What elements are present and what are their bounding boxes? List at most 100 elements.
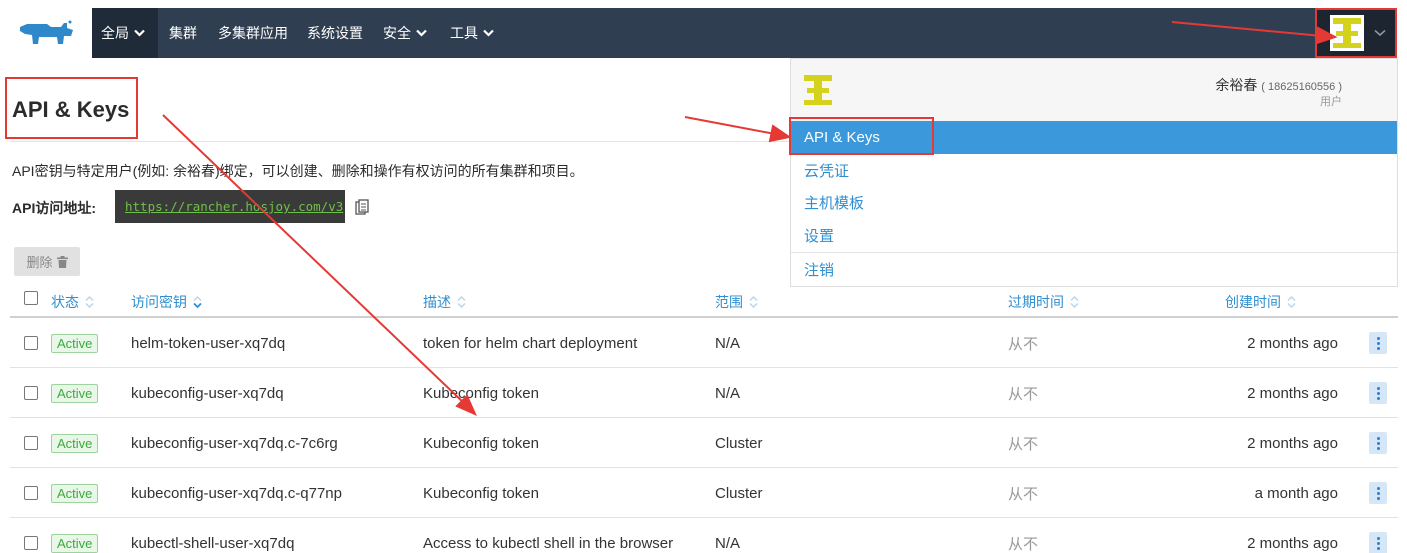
column-access-key-label: 访问密钥 — [131, 294, 187, 310]
row-checkbox[interactable] — [24, 318, 38, 368]
key-scope: Cluster — [715, 434, 763, 452]
chevron-down-icon — [134, 29, 145, 37]
column-status[interactable]: 状态 — [51, 292, 94, 312]
top-navbar: 全局 集群 多集群应用 系统设置 安全 工具 — [0, 8, 1397, 58]
copy-icon[interactable] — [355, 199, 369, 215]
status-badge: Active — [51, 333, 99, 353]
chevron-down-icon — [1374, 29, 1386, 37]
nav-tools[interactable]: 工具 — [450, 8, 494, 58]
user-role: 用户 — [1320, 96, 1342, 108]
menu-item-preferences[interactable]: 设置 — [791, 219, 1397, 252]
key-description: Kubeconfig token — [423, 484, 539, 502]
access-key: kubeconfig-user-xq7dq.c-7c6rg — [131, 434, 338, 452]
key-expires: 从不 — [1008, 385, 1039, 403]
menu-item-logout[interactable]: 注销 — [791, 253, 1397, 286]
row-checkbox[interactable] — [24, 518, 38, 553]
key-description: token for helm chart deployment — [423, 334, 638, 352]
key-description: Kubeconfig token — [423, 434, 539, 452]
nav-system-settings[interactable]: 系统设置 — [307, 8, 363, 58]
user-menu-button[interactable] — [1315, 8, 1397, 58]
column-description-label: 描述 — [423, 294, 451, 310]
table-header: 状态 访问密钥 描述 范围 过期时间 创建时间 — [10, 288, 1398, 318]
nav-security-label: 安全 — [383, 25, 411, 41]
key-created: 2 months ago — [1247, 334, 1338, 352]
row-checkbox[interactable] — [24, 418, 38, 468]
key-expires: 从不 — [1008, 485, 1039, 503]
row-actions-button[interactable] — [1369, 482, 1387, 504]
key-description: Kubeconfig token — [423, 384, 539, 402]
user-phone: ( 18625160556 ) — [1261, 81, 1342, 93]
column-status-label: 状态 — [51, 294, 79, 310]
table-row: Active kubectl-shell-user-xq7dq Access t… — [10, 518, 1398, 553]
nav-multicluster-apps[interactable]: 多集群应用 — [218, 8, 288, 58]
menu-item-cloud-credentials[interactable]: 云凭证 — [791, 154, 1397, 187]
key-description: Access to kubectl shell in the browser — [423, 534, 674, 552]
column-description[interactable]: 描述 — [423, 292, 466, 312]
key-created: 2 months ago — [1247, 434, 1338, 452]
rancher-logo-icon[interactable] — [0, 8, 92, 58]
row-actions-button[interactable] — [1369, 532, 1387, 553]
column-scope-label: 范围 — [715, 294, 743, 310]
delete-button[interactable]: 删除 — [14, 247, 80, 276]
access-key: kubectl-shell-user-xq7dq — [131, 534, 295, 552]
status-badge: Active — [51, 483, 99, 503]
row-actions-button[interactable] — [1369, 332, 1387, 354]
key-created: a month ago — [1254, 484, 1338, 502]
sort-icon — [749, 296, 758, 308]
user-avatar-icon — [1330, 15, 1364, 51]
page-description: API密钥与特定用户(例如: 余裕春)绑定，可以创建、删除和操作有权访问的所有集… — [12, 163, 584, 179]
column-expires[interactable]: 过期时间 — [1008, 292, 1079, 312]
sort-icon — [1287, 296, 1296, 308]
select-all-checkbox[interactable] — [24, 291, 38, 305]
nav-clusters[interactable]: 集群 — [169, 8, 197, 58]
row-checkbox[interactable] — [24, 368, 38, 418]
row-checkbox[interactable] — [24, 468, 38, 518]
sort-icon — [457, 296, 466, 308]
api-endpoint-url[interactable]: https://rancher.hosjoy.com/v3 — [115, 190, 345, 223]
row-actions-button[interactable] — [1369, 382, 1387, 404]
user-dropdown-menu: 余裕春 ( 18625160556 ) 用户 API & Keys 云凭证 主机… — [790, 58, 1398, 287]
api-endpoint-label: API访问地址: — [12, 200, 96, 216]
main-nav: 全局 集群 多集群应用 系统设置 安全 工具 — [92, 8, 1397, 58]
nav-clusters-label: 集群 — [169, 25, 197, 41]
key-scope: Cluster — [715, 484, 763, 502]
delete-button-label: 删除 — [26, 255, 53, 270]
key-created: 2 months ago — [1247, 534, 1338, 552]
key-expires: 从不 — [1008, 335, 1039, 353]
menu-item-api-keys[interactable]: API & Keys — [791, 121, 1397, 154]
column-expires-label: 过期时间 — [1008, 294, 1064, 310]
header-divider — [10, 141, 790, 142]
key-scope: N/A — [715, 384, 741, 402]
key-expires: 从不 — [1008, 435, 1039, 453]
nav-global-label: 全局 — [101, 25, 129, 41]
key-scope: N/A — [715, 334, 741, 352]
menu-item-node-templates[interactable]: 主机模板 — [791, 186, 1397, 219]
user-name-line: 余裕春 ( 18625160556 ) — [1215, 75, 1342, 95]
table-row: Active kubeconfig-user-xq7dq.c-q77np Kub… — [10, 468, 1398, 518]
chevron-down-icon — [416, 29, 427, 37]
chevron-down-icon — [483, 29, 494, 37]
trash-icon — [56, 255, 68, 268]
user-avatar-icon — [804, 75, 832, 105]
table-row: Active kubeconfig-user-xq7dq.c-7c6rg Kub… — [10, 418, 1398, 468]
table-row: Active helm-token-user-xq7dq token for h… — [10, 318, 1398, 368]
key-scope: N/A — [715, 534, 741, 552]
page-title: API & Keys — [12, 97, 130, 122]
column-access-key[interactable]: 访问密钥 — [131, 292, 202, 312]
key-created: 2 months ago — [1247, 384, 1338, 402]
access-key: helm-token-user-xq7dq — [131, 334, 286, 352]
nav-security[interactable]: 安全 — [383, 8, 427, 58]
table-row: Active kubeconfig-user-xq7dq Kubeconfig … — [10, 368, 1398, 418]
sort-icon — [193, 296, 202, 309]
sort-icon — [85, 296, 94, 308]
key-expires: 从不 — [1008, 535, 1039, 553]
nav-tools-label: 工具 — [450, 25, 478, 41]
column-scope[interactable]: 范围 — [715, 292, 758, 312]
user-menu-header: 余裕春 ( 18625160556 ) 用户 — [791, 59, 1397, 121]
access-key: kubeconfig-user-xq7dq.c-q77np — [131, 484, 342, 502]
row-actions-button[interactable] — [1369, 432, 1387, 454]
column-created[interactable]: 创建时间 — [1225, 292, 1296, 312]
column-created-label: 创建时间 — [1225, 294, 1281, 310]
status-badge: Active — [51, 533, 99, 553]
nav-global[interactable]: 全局 — [92, 8, 158, 58]
